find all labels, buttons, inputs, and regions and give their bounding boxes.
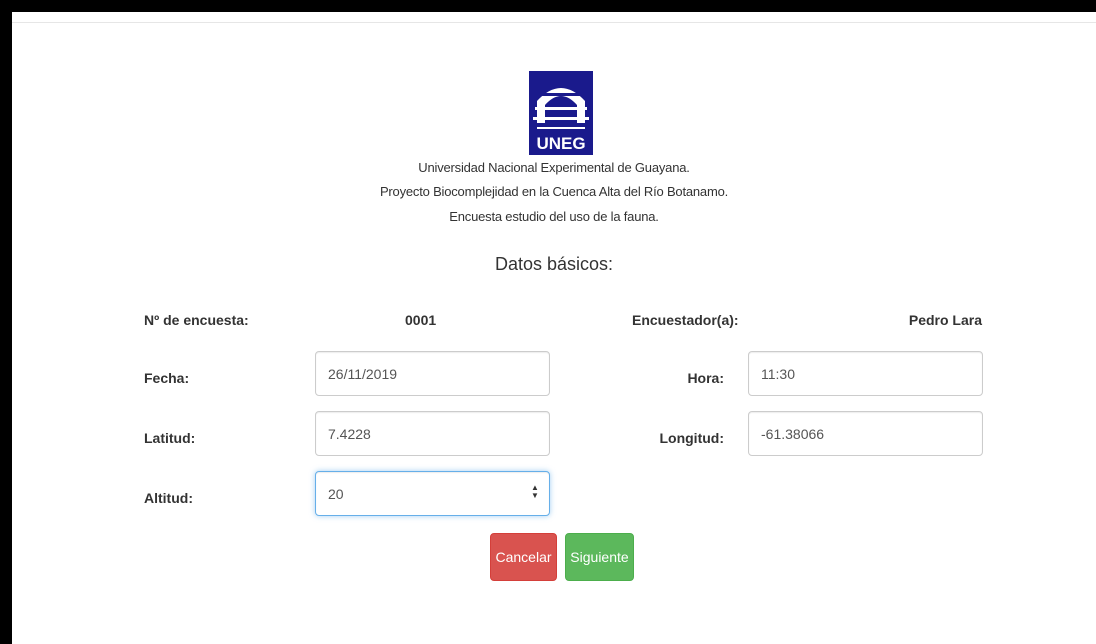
encuestador-label: Encuestador(a): (632, 312, 739, 328)
latitud-input[interactable] (315, 411, 550, 456)
altitud-stepper[interactable]: ▲ ▼ (530, 484, 540, 502)
next-button[interactable]: Siguiente (565, 533, 634, 581)
hora-input[interactable] (748, 351, 983, 396)
encuesta-number-value: 0001 (405, 312, 437, 328)
uneg-logo: UNEG (529, 71, 593, 155)
altitud-label: Altitud: (144, 490, 193, 506)
page-frame: UNEG Universidad Nacional Experimental d… (12, 12, 1096, 644)
fecha-label: Fecha: (144, 370, 190, 386)
latitud-label: Latitud: (144, 430, 196, 446)
longitud-label: Longitud: (659, 430, 724, 446)
cancel-button[interactable]: Cancelar (490, 533, 557, 581)
top-divider (12, 22, 1096, 23)
university-name: Universidad Nacional Experimental de Gua… (418, 160, 690, 175)
longitud-input[interactable] (748, 411, 983, 456)
encuestador-value: Pedro Lara (908, 312, 982, 328)
fecha-input[interactable] (315, 351, 550, 396)
section-title: Datos básicos: (494, 254, 614, 274)
project-name: Proyecto Biocomplejidad en la Cuenca Alt… (379, 184, 729, 199)
logo-text: UNEG (536, 134, 585, 153)
hora-label: Hora: (687, 370, 724, 386)
stepper-down-icon[interactable]: ▼ (530, 492, 540, 500)
altitud-input[interactable] (315, 471, 550, 516)
altitud-field: ▲ ▼ (315, 471, 550, 516)
encuesta-number-label: Nº de encuesta: (144, 312, 249, 328)
survey-name: Encuesta estudio del uso de la fauna. (449, 209, 659, 224)
